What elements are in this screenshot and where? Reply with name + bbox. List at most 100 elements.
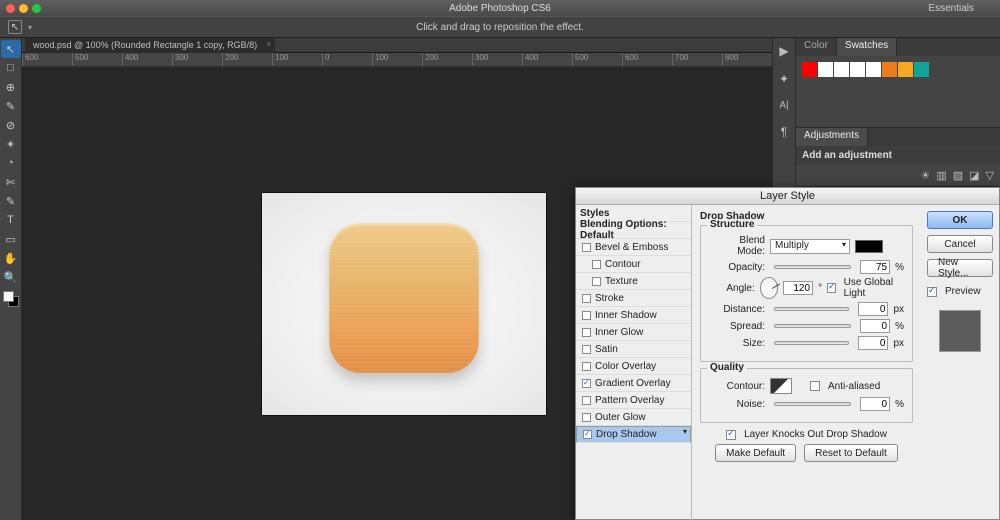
noise-field[interactable]: [860, 397, 890, 411]
exposure-icon[interactable]: ◪: [969, 169, 979, 182]
tool-button[interactable]: ✄: [1, 173, 21, 191]
fx-inner-shadow[interactable]: Inner Shadow: [576, 307, 691, 324]
tool-button[interactable]: T: [1, 211, 21, 229]
fx-stroke[interactable]: Stroke: [576, 290, 691, 307]
fx-satin[interactable]: Satin: [576, 341, 691, 358]
collapsed-panel-strip: ▶ ✦ A| ¶: [772, 38, 795, 188]
add-adjustment-label: Add an adjustment: [796, 146, 1000, 165]
contour-picker[interactable]: [770, 378, 792, 394]
size-field[interactable]: [858, 336, 888, 350]
foreground-background-colors[interactable]: [3, 291, 19, 307]
angle-dial[interactable]: [760, 277, 778, 299]
swatch[interactable]: [802, 62, 817, 77]
layer-style-dialog[interactable]: Layer Style Styles Blending Options: Def…: [575, 187, 1000, 520]
spread-field[interactable]: [860, 319, 890, 333]
global-light-label: Use Global Light: [844, 277, 904, 299]
swatch[interactable]: [914, 62, 929, 77]
close-tab-icon[interactable]: ×: [266, 40, 271, 49]
fx-color-overlay[interactable]: Color Overlay: [576, 358, 691, 375]
ok-button[interactable]: OK: [927, 211, 993, 229]
spread-slider[interactable]: [774, 324, 851, 328]
document-tab[interactable]: wood.psd @ 100% (Rounded Rectangle 1 cop…: [25, 38, 275, 53]
tool-button[interactable]: ✎: [1, 192, 21, 210]
curves-icon[interactable]: ▨: [953, 169, 963, 182]
preview-checkbox[interactable]: [927, 287, 937, 297]
tool-button[interactable]: ⊘: [1, 116, 21, 134]
structure-group: Structure Blend Mode: Multiply Opacity: …: [700, 225, 913, 362]
ruler-tick: 600: [622, 53, 672, 67]
app-title: Adobe Photoshop CS6: [0, 3, 1000, 14]
global-light-checkbox[interactable]: [827, 283, 836, 293]
panel-icon[interactable]: ✦: [779, 72, 789, 86]
tool-button[interactable]: ✋: [1, 249, 21, 267]
paragraph-panel-icon[interactable]: ¶: [781, 125, 787, 139]
toolbox: ↖□⊕✎⊘✶◔✄✎T▭✋🔍: [0, 38, 22, 520]
quality-group: Quality Contour: Anti-aliased Noise: %: [700, 368, 913, 423]
swatch[interactable]: [818, 62, 833, 77]
opacity-field[interactable]: [860, 260, 890, 274]
foreground-color-chip[interactable]: [3, 291, 14, 302]
unit-px: px: [893, 304, 904, 315]
new-style-button[interactable]: New Style...: [927, 259, 993, 277]
knockout-checkbox[interactable]: [726, 430, 736, 440]
tool-button[interactable]: ◔: [1, 154, 21, 172]
tool-button[interactable]: ✶: [1, 135, 21, 153]
antialiased-checkbox[interactable]: [810, 381, 820, 391]
unit-degree: °: [818, 283, 822, 294]
tab-swatches[interactable]: Swatches: [837, 38, 897, 56]
adjustments-panel: Adjustments Add an adjustment ☀ ▥ ▨ ◪ ▽: [796, 128, 1000, 187]
distance-field[interactable]: [858, 302, 888, 316]
document-canvas[interactable]: [262, 193, 546, 415]
titlebar: Adobe Photoshop CS6 Essentials: [0, 0, 1000, 16]
tool-button[interactable]: ↖: [1, 40, 21, 58]
blending-options-row[interactable]: Blending Options: Default: [576, 222, 691, 239]
blend-mode-select[interactable]: Multiply: [770, 239, 850, 254]
swatch[interactable]: [834, 62, 849, 77]
horizontal-ruler: 6005004003002001000100200300400500600700…: [22, 53, 772, 67]
contour-label: Contour:: [709, 381, 765, 392]
tab-color[interactable]: Color: [796, 38, 837, 56]
make-default-button[interactable]: Make Default: [715, 444, 796, 462]
opacity-slider[interactable]: [774, 265, 851, 269]
antialiased-label: Anti-aliased: [828, 381, 880, 392]
dialog-action-column: OK Cancel New Style... Preview: [921, 205, 999, 520]
vibrance-icon[interactable]: ▽: [986, 169, 994, 182]
levels-icon[interactable]: ▥: [936, 169, 946, 182]
tool-button[interactable]: ▭: [1, 230, 21, 248]
tool-button[interactable]: ✎: [1, 97, 21, 115]
shadow-color-chip[interactable]: [855, 240, 883, 253]
fx-gradient-overlay[interactable]: Gradient Overlay: [576, 375, 691, 392]
fx-contour[interactable]: Contour: [576, 256, 691, 273]
swatch[interactable]: [866, 62, 881, 77]
tool-button[interactable]: □: [1, 59, 21, 77]
tab-adjustments[interactable]: Adjustments: [796, 128, 868, 146]
fx-pattern-overlay[interactable]: Pattern Overlay: [576, 392, 691, 409]
ruler-tick: 400: [122, 53, 172, 67]
swatch[interactable]: [898, 62, 913, 77]
panel-icon[interactable]: ▶: [779, 44, 788, 58]
angle-field[interactable]: [783, 281, 813, 295]
reset-default-button[interactable]: Reset to Default: [804, 444, 898, 462]
tool-button[interactable]: 🔍: [1, 268, 21, 286]
tool-button[interactable]: ⊕: [1, 78, 21, 96]
preview-label: Preview: [945, 286, 981, 297]
adjustment-icons-row: ☀ ▥ ▨ ◪ ▽: [796, 165, 1000, 186]
rounded-rectangle-artwork[interactable]: [329, 223, 479, 373]
distance-slider[interactable]: [774, 307, 849, 311]
ruler-tick: 500: [572, 53, 622, 67]
cancel-button[interactable]: Cancel: [927, 235, 993, 253]
swatch[interactable]: [882, 62, 897, 77]
swatch[interactable]: [850, 62, 865, 77]
spread-label: Spread:: [709, 321, 765, 332]
fx-inner-glow[interactable]: Inner Glow: [576, 324, 691, 341]
fx-texture[interactable]: Texture: [576, 273, 691, 290]
fx-bevel-emboss[interactable]: Bevel & Emboss: [576, 239, 691, 256]
fx-outer-glow[interactable]: Outer Glow: [576, 409, 691, 426]
character-panel-icon[interactable]: A|: [779, 100, 788, 111]
size-slider[interactable]: [774, 341, 849, 345]
options-bar: ↖ ▾ Click and drag to reposition the eff…: [0, 16, 1000, 38]
fx-drop-shadow[interactable]: Drop Shadow: [576, 426, 691, 443]
brightness-icon[interactable]: ☀: [920, 169, 930, 182]
angle-label: Angle:: [709, 283, 755, 294]
noise-slider[interactable]: [774, 402, 851, 406]
